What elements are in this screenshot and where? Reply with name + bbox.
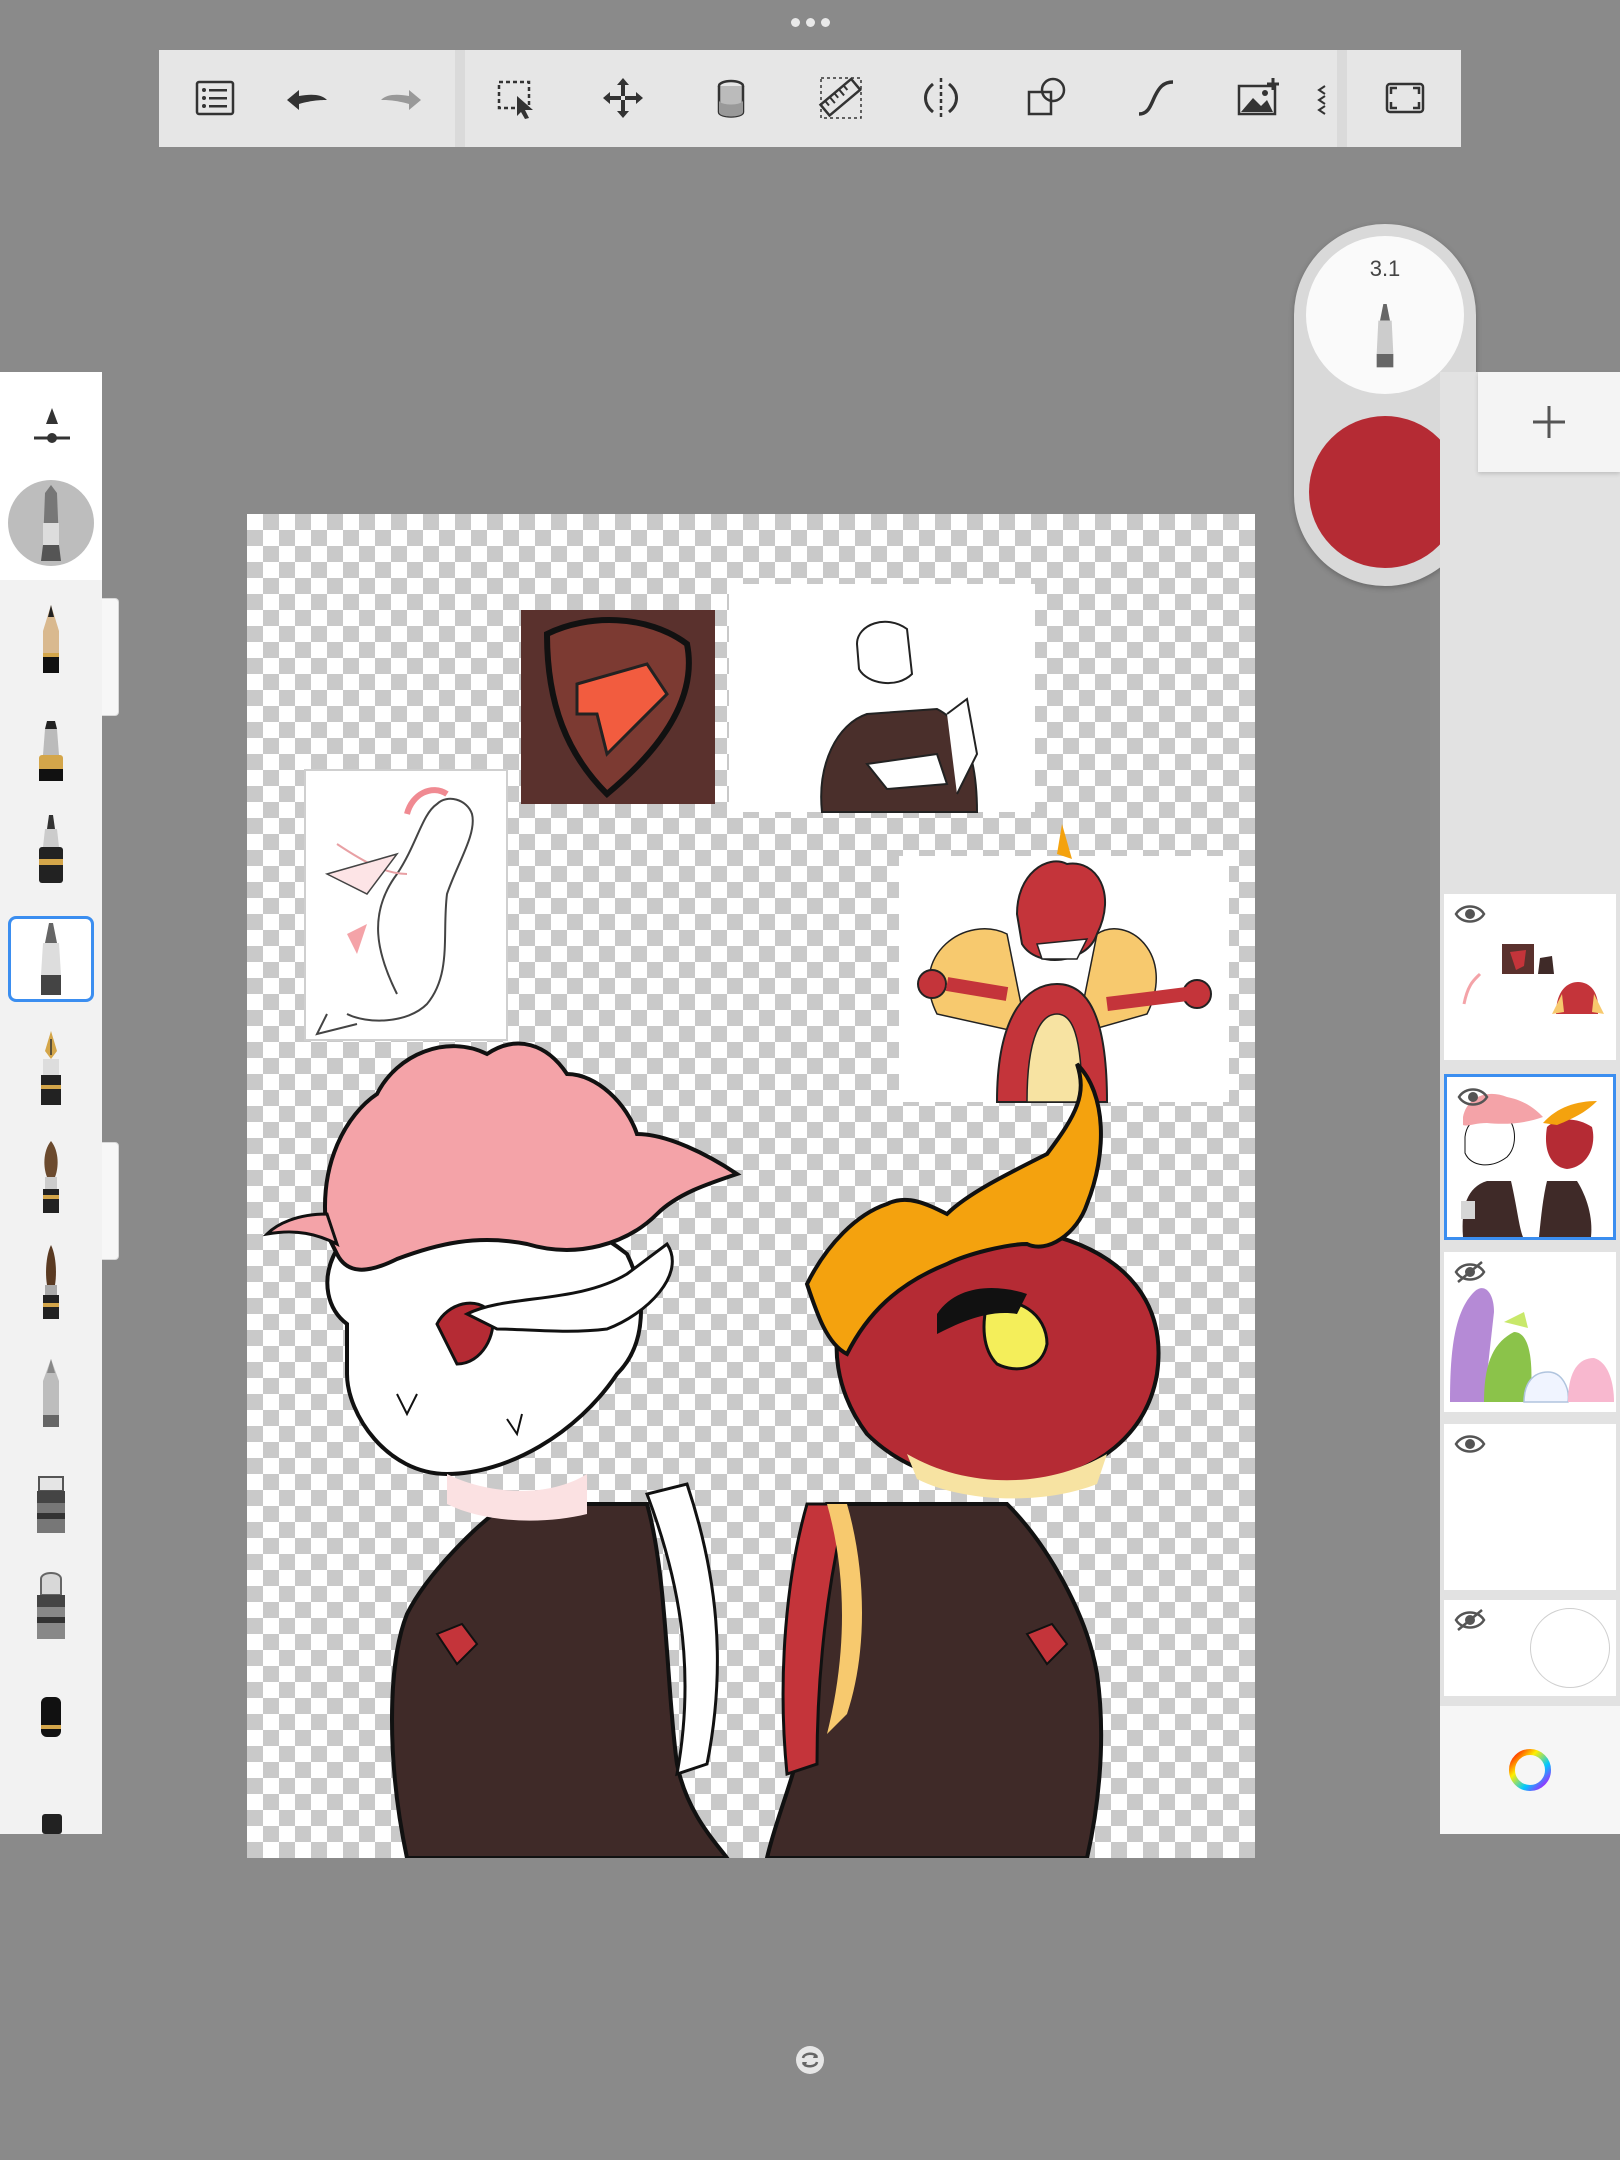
redo-arrow-icon[interactable] <box>369 68 433 128</box>
fountain-pen-brush-icon[interactable] <box>8 1026 94 1112</box>
rotate-canvas-icon[interactable] <box>794 2044 826 2076</box>
reference-image-shield-logo[interactable] <box>521 610 715 804</box>
brush-properties <box>0 372 102 580</box>
more-brushes-icon[interactable] <box>30 1810 74 1834</box>
marker-brush-icon[interactable] <box>8 706 94 792</box>
eye-hidden-icon[interactable] <box>1454 1608 1486 1632</box>
list-icon[interactable] <box>183 68 247 128</box>
selection-icon[interactable] <box>485 68 549 128</box>
flat-brush-icon[interactable] <box>8 1672 94 1758</box>
image-add-icon[interactable] <box>1227 68 1291 128</box>
paintbrush-brush-icon[interactable] <box>8 1134 94 1220</box>
brush-size-control[interactable]: 3.1 <box>1306 236 1464 394</box>
round-brush-icon[interactable] <box>8 1240 94 1326</box>
layer-empty[interactable] <box>1444 1424 1616 1590</box>
eye-icon[interactable] <box>1457 1085 1489 1109</box>
brush-color-swatch[interactable] <box>1309 416 1461 568</box>
reference-image-white-dragon[interactable] <box>304 769 508 1041</box>
shapes-icon[interactable] <box>1015 68 1079 128</box>
brush-size-value: 3.1 <box>1369 256 1401 281</box>
smudge-brush-icon[interactable] <box>8 1456 94 1542</box>
ballpoint-pen-brush-icon[interactable] <box>8 916 94 1002</box>
add-layer-button[interactable] <box>1478 372 1620 472</box>
layer-background[interactable] <box>1444 1600 1616 1696</box>
color-editor-button[interactable] <box>1440 1706 1620 1834</box>
background-color-circle[interactable] <box>1530 1608 1610 1688</box>
brush-palette-tab-lower[interactable] <box>102 1142 119 1260</box>
artwork-red-dragon-character <box>764 1062 1161 1858</box>
color-wheel-icon <box>1509 1749 1551 1791</box>
artwork-white-dragon-character <box>262 1041 742 1858</box>
main-toolbar <box>159 50 1461 147</box>
pencil-brush-icon[interactable] <box>8 598 94 684</box>
move-arrows-icon[interactable] <box>591 68 655 128</box>
undo-arrow-icon[interactable] <box>275 68 339 128</box>
current-brush-preview[interactable] <box>8 480 94 566</box>
eraser-brush-icon[interactable] <box>8 1562 94 1648</box>
layer-references[interactable] <box>1444 894 1616 1060</box>
curve-icon[interactable] <box>1123 68 1187 128</box>
airbrush-brush-icon[interactable] <box>8 1348 94 1434</box>
layer-thumbnail <box>1458 944 1604 1014</box>
eye-hidden-icon[interactable] <box>1454 1260 1486 1284</box>
ballpoint-pen-icon <box>1376 304 1394 368</box>
eye-icon[interactable] <box>1454 1432 1486 1456</box>
symmetry-icon[interactable] <box>909 68 973 128</box>
brush-properties-slider-icon[interactable] <box>30 402 74 450</box>
reference-image-character-sketch[interactable] <box>729 584 1035 813</box>
toolbar-drag-handle[interactable] <box>785 18 835 32</box>
layer-group-sketch[interactable] <box>1444 1252 1616 1412</box>
ink-pen-brush-icon[interactable] <box>8 806 94 892</box>
brush-palette-tab-upper[interactable] <box>102 598 119 716</box>
fullscreen-icon[interactable] <box>1373 68 1437 128</box>
paint-bucket-icon[interactable] <box>699 68 763 128</box>
reference-image-red-dragon[interactable] <box>899 824 1229 1103</box>
overflow-icon[interactable] <box>1309 68 1333 128</box>
layer-characters[interactable] <box>1444 1074 1616 1240</box>
ruler-icon[interactable] <box>809 68 873 128</box>
drawing-canvas[interactable] <box>247 514 1255 1858</box>
plus-icon <box>1533 406 1565 438</box>
